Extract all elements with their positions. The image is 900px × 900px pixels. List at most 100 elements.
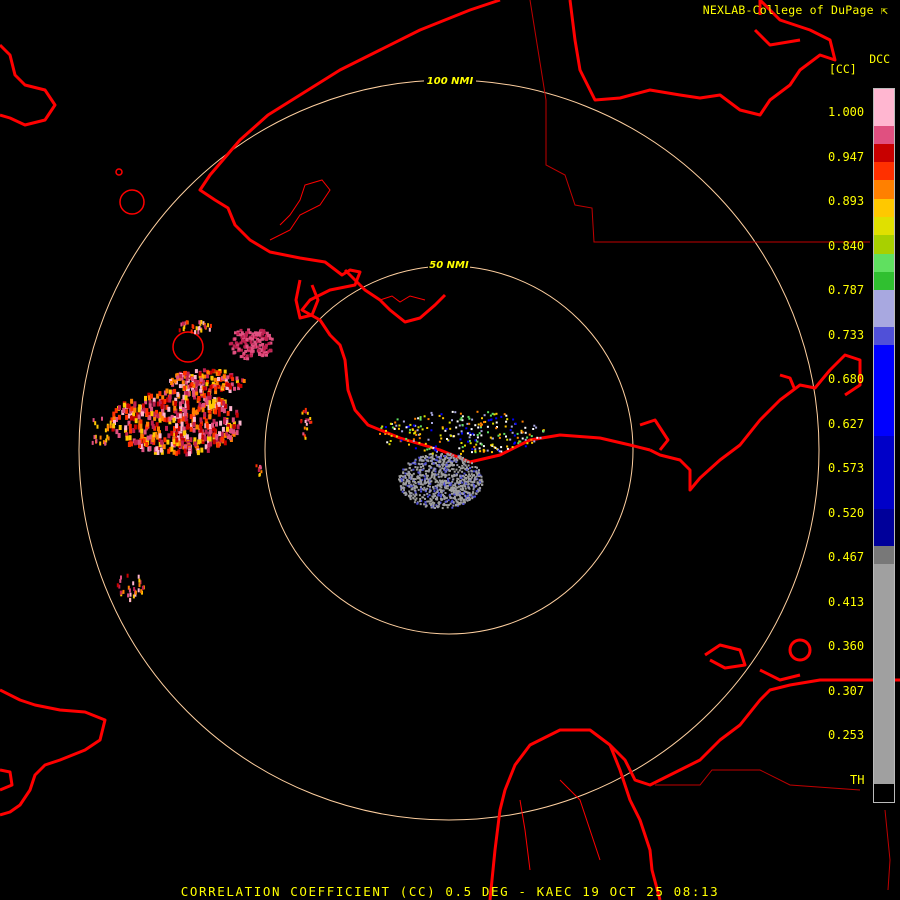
echo-pixel bbox=[204, 429, 208, 435]
echo-pixel bbox=[526, 442, 529, 445]
echo-pixel bbox=[448, 482, 451, 485]
echo-pixel bbox=[419, 466, 422, 469]
echo-pixel bbox=[197, 406, 201, 412]
echo-pixel bbox=[182, 371, 186, 376]
echo-pixel bbox=[242, 379, 246, 383]
echo-pixel bbox=[125, 409, 129, 415]
echo-pixel bbox=[385, 429, 387, 432]
echo-pixel bbox=[181, 380, 185, 385]
echo-pixel bbox=[462, 450, 465, 453]
echo-pixel bbox=[414, 478, 417, 481]
echo-pixel bbox=[413, 485, 416, 488]
echo-pixel bbox=[235, 376, 239, 381]
echo-pixel bbox=[474, 424, 477, 427]
echo-pixel bbox=[398, 424, 401, 427]
color-scale-tick: 0.307 bbox=[828, 683, 865, 698]
echo-pixel bbox=[498, 450, 501, 453]
echo-pixel bbox=[184, 395, 188, 401]
echo-pixel bbox=[218, 431, 221, 437]
echo-pixel bbox=[304, 407, 307, 411]
echo-pixel bbox=[412, 497, 415, 500]
echo-pixel bbox=[223, 369, 227, 374]
echo-pixel bbox=[429, 485, 431, 488]
echo-pixel bbox=[461, 446, 464, 449]
echo-pixel bbox=[495, 421, 498, 424]
echo-pixel bbox=[205, 382, 209, 387]
echo-pixel bbox=[439, 485, 442, 488]
echo-pixel bbox=[413, 487, 416, 490]
echo-pixel bbox=[469, 467, 471, 469]
echo-pixel bbox=[458, 424, 461, 427]
echo-pixel bbox=[197, 330, 200, 335]
echo-pixel bbox=[208, 429, 212, 435]
echo-pixel bbox=[138, 578, 141, 583]
echo-pixel bbox=[464, 487, 467, 490]
echo-pixel bbox=[410, 474, 413, 477]
echo-pixel bbox=[143, 429, 147, 435]
echo-pixel bbox=[451, 486, 454, 489]
color-scale-segment bbox=[874, 235, 894, 254]
echo-pixel bbox=[254, 331, 257, 335]
echo-pixel bbox=[521, 431, 524, 434]
echo-pixel bbox=[239, 355, 243, 359]
echo-pixel bbox=[468, 473, 471, 476]
echo-pixel bbox=[412, 477, 415, 480]
echo-pixel bbox=[532, 428, 535, 430]
echo-pixel bbox=[510, 425, 513, 428]
echo-pixel bbox=[423, 475, 426, 478]
echo-pixel bbox=[175, 423, 178, 429]
echo-pixel bbox=[232, 424, 236, 430]
echo-pixel bbox=[133, 440, 137, 446]
echo-pixel bbox=[197, 439, 201, 445]
echo-pixel bbox=[387, 433, 390, 436]
echo-pixel bbox=[261, 332, 265, 336]
echo-pixel bbox=[424, 442, 427, 445]
echo-pixel bbox=[386, 441, 389, 444]
echo-pixel bbox=[245, 354, 249, 358]
echo-pixel bbox=[133, 587, 136, 591]
color-scale-tick: 0.573 bbox=[828, 461, 865, 475]
echo-pixel bbox=[170, 446, 174, 452]
echo-pixel bbox=[200, 320, 203, 324]
echo-pixel bbox=[183, 385, 187, 390]
echo-pixel bbox=[438, 440, 441, 443]
echo-pixel bbox=[464, 482, 467, 485]
echo-pixel bbox=[427, 470, 430, 473]
echo-pixel bbox=[475, 484, 478, 487]
echo-pixel bbox=[145, 442, 149, 447]
color-scale-tick: 0.680 bbox=[828, 372, 865, 386]
echo-pixel bbox=[461, 432, 463, 435]
color-scale-segment bbox=[874, 564, 894, 784]
echo-pixel bbox=[430, 446, 433, 449]
echo-pixel bbox=[423, 486, 426, 489]
echo-pixel bbox=[426, 470, 428, 473]
echo-pixel bbox=[439, 460, 442, 463]
echo-pixel bbox=[478, 481, 481, 484]
echo-pixel bbox=[432, 458, 435, 461]
echo-pixel bbox=[185, 377, 189, 382]
echo-pixel bbox=[254, 342, 258, 346]
echo-pixel bbox=[468, 499, 471, 501]
echo-pixel bbox=[401, 490, 404, 493]
echo-pixel bbox=[211, 368, 215, 373]
echo-pixel bbox=[405, 437, 408, 440]
echo-pixel bbox=[178, 413, 182, 419]
echo-pixel bbox=[401, 479, 403, 482]
echo-pixel bbox=[451, 410, 454, 413]
echo-pixel bbox=[205, 423, 209, 429]
echo-pixel bbox=[476, 436, 479, 439]
echo-pixel bbox=[440, 498, 443, 501]
echo-pixel bbox=[511, 431, 514, 434]
echo-pixel bbox=[420, 456, 422, 459]
echo-pixel bbox=[205, 400, 209, 406]
echo-pixel bbox=[127, 442, 131, 447]
echo-pixel bbox=[474, 450, 477, 453]
echo-pixel bbox=[421, 496, 424, 499]
echo-pixel bbox=[542, 430, 545, 433]
echo-pixel bbox=[429, 453, 432, 455]
echo-pixel bbox=[233, 337, 237, 341]
echo-pixel bbox=[189, 437, 193, 443]
echo-pixel bbox=[453, 493, 456, 496]
echo-pixel bbox=[455, 468, 458, 471]
echo-pixel bbox=[419, 498, 422, 500]
